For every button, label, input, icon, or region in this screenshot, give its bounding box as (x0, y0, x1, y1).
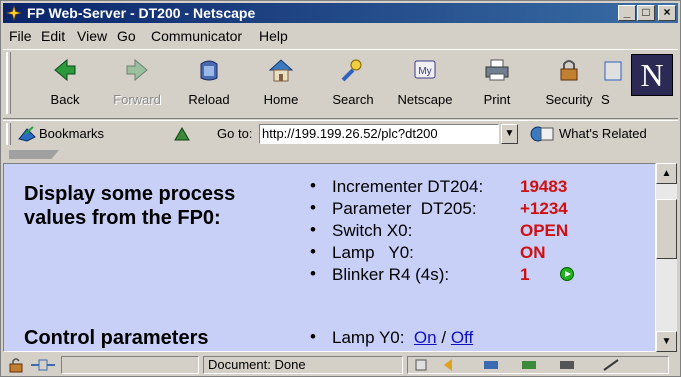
value-label: Incrementer DT204: (332, 177, 484, 196)
page-proxy-icon[interactable] (173, 126, 191, 142)
location-bar: Bookmarks Go to: http://199.199.26.52/pl… (3, 120, 678, 148)
url-dropdown-button[interactable]: ▼ (501, 124, 518, 144)
vertical-scrollbar[interactable]: ▲ ▼ (656, 163, 677, 352)
component-icons[interactable] (414, 358, 664, 372)
netscape-logo[interactable]: N (631, 54, 673, 96)
security-lock-status-icon[interactable] (7, 357, 25, 373)
minimize-button[interactable]: _ (618, 5, 636, 21)
scroll-down-button[interactable]: ▼ (656, 331, 677, 352)
menu-edit[interactable]: Edit (41, 28, 65, 44)
value-label: Switch X0: (332, 221, 413, 240)
bullet-icon: • (310, 220, 316, 239)
netscape-button[interactable]: My Netscape (393, 56, 457, 112)
home-button[interactable]: Home (249, 56, 313, 112)
value-incrementer: 19483 (520, 177, 568, 196)
connection-status-icon[interactable] (29, 358, 57, 372)
progress-meter (61, 356, 199, 374)
print-button[interactable]: Print (465, 56, 529, 112)
home-label: Home (263, 92, 299, 107)
printer-icon (485, 59, 509, 81)
control-parameters-heading: Control parameters (24, 327, 209, 349)
window-title: FP Web-Server - DT200 - Netscape (27, 5, 256, 21)
bookmarks-icon[interactable] (17, 125, 37, 143)
menu-communicator[interactable]: Communicator (151, 28, 242, 44)
bullet-icon: • (310, 176, 316, 195)
value-label: Parameter DT205: (332, 199, 477, 218)
process-values-heading: Display some process values from the FP0… (24, 183, 236, 229)
forward-button[interactable]: Forward (105, 56, 169, 112)
whats-related-icon[interactable] (529, 124, 555, 144)
toolbar-grip[interactable] (6, 52, 11, 114)
security-label: Security (545, 92, 593, 107)
location-grip[interactable] (6, 123, 11, 145)
value-switch: OPEN (520, 221, 569, 240)
collapsed-toolbar-tab[interactable] (9, 150, 59, 159)
print-label: Print (483, 92, 511, 107)
menu-view[interactable]: View (77, 28, 107, 44)
lamp-control-label: Lamp Y0: (332, 328, 405, 347)
lamp-off-link[interactable]: Off (451, 328, 473, 347)
value-lamp: ON (520, 243, 546, 262)
shop-icon (604, 61, 622, 81)
link-separator: / (441, 328, 447, 347)
component-bar (407, 356, 669, 374)
shop-label: S (601, 92, 610, 107)
back-arrow-icon (54, 58, 76, 82)
menu-file[interactable]: File (9, 28, 32, 44)
bookmarks-label[interactable]: Bookmarks (39, 126, 104, 141)
value-label: Lamp Y0: (332, 243, 414, 262)
netscape-app-icon[interactable] (6, 5, 22, 21)
title-bar: FP Web-Server - DT200 - Netscape _ □ × (3, 3, 678, 23)
back-label: Back (50, 92, 80, 107)
maximize-button[interactable]: □ (637, 5, 655, 21)
bullet-icon: • (310, 264, 316, 283)
toolbar-tab-strip (3, 150, 678, 160)
goto-label: Go to: (217, 126, 253, 141)
reload-label: Reload (188, 92, 230, 107)
status-bar: Document: Done (3, 354, 678, 376)
search-icon (341, 59, 362, 82)
browser-window: FP Web-Server - DT200 - Netscape _ □ × F… (0, 0, 681, 377)
menu-help[interactable]: Help (259, 28, 288, 44)
status-text: Document: Done (203, 356, 403, 374)
scroll-up-button[interactable]: ▲ (656, 163, 677, 184)
menu-go[interactable]: Go (117, 28, 136, 44)
menu-bar: File Edit View Go Communicator Help (3, 26, 678, 46)
whats-related-label[interactable]: What's Related (559, 126, 647, 141)
lock-icon (560, 60, 578, 81)
scroll-thumb[interactable] (656, 199, 677, 259)
value-label: Blinker R4 (4s): (332, 265, 450, 284)
reload-button[interactable]: Reload (177, 56, 241, 112)
forward-label: Forward (113, 92, 161, 107)
search-button[interactable]: Search (321, 56, 385, 112)
forward-arrow-icon (126, 58, 148, 82)
lamp-on-link[interactable]: On (414, 328, 437, 347)
url-field[interactable]: http://199.199.26.52/plc?dt200 (259, 124, 499, 144)
bullet-icon: • (310, 198, 316, 217)
value-parameter: +1234 (520, 199, 568, 218)
shop-button[interactable]: S (593, 56, 623, 112)
value-blinker: 1 (520, 265, 530, 284)
close-button[interactable]: × (658, 5, 676, 21)
blinker-led-icon (560, 267, 574, 281)
lamp-control-text: Lamp Y0: On / Off (332, 328, 473, 348)
bullet-icon: • (310, 242, 316, 261)
bullet-icon: • (310, 327, 316, 346)
svg-text:My: My (418, 66, 431, 77)
search-label: Search (332, 92, 374, 107)
back-button[interactable]: Back (33, 56, 97, 112)
netscape-mailbox-icon: My (414, 60, 436, 79)
navigation-toolbar: Back Forward Reload Home Search My Netsc… (3, 49, 678, 119)
page-content: Display some process values from the FP0… (3, 163, 656, 352)
home-icon (268, 59, 294, 82)
security-button[interactable]: Security (537, 56, 601, 112)
netscape-label: Netscape (397, 92, 453, 107)
reload-icon (200, 60, 218, 81)
